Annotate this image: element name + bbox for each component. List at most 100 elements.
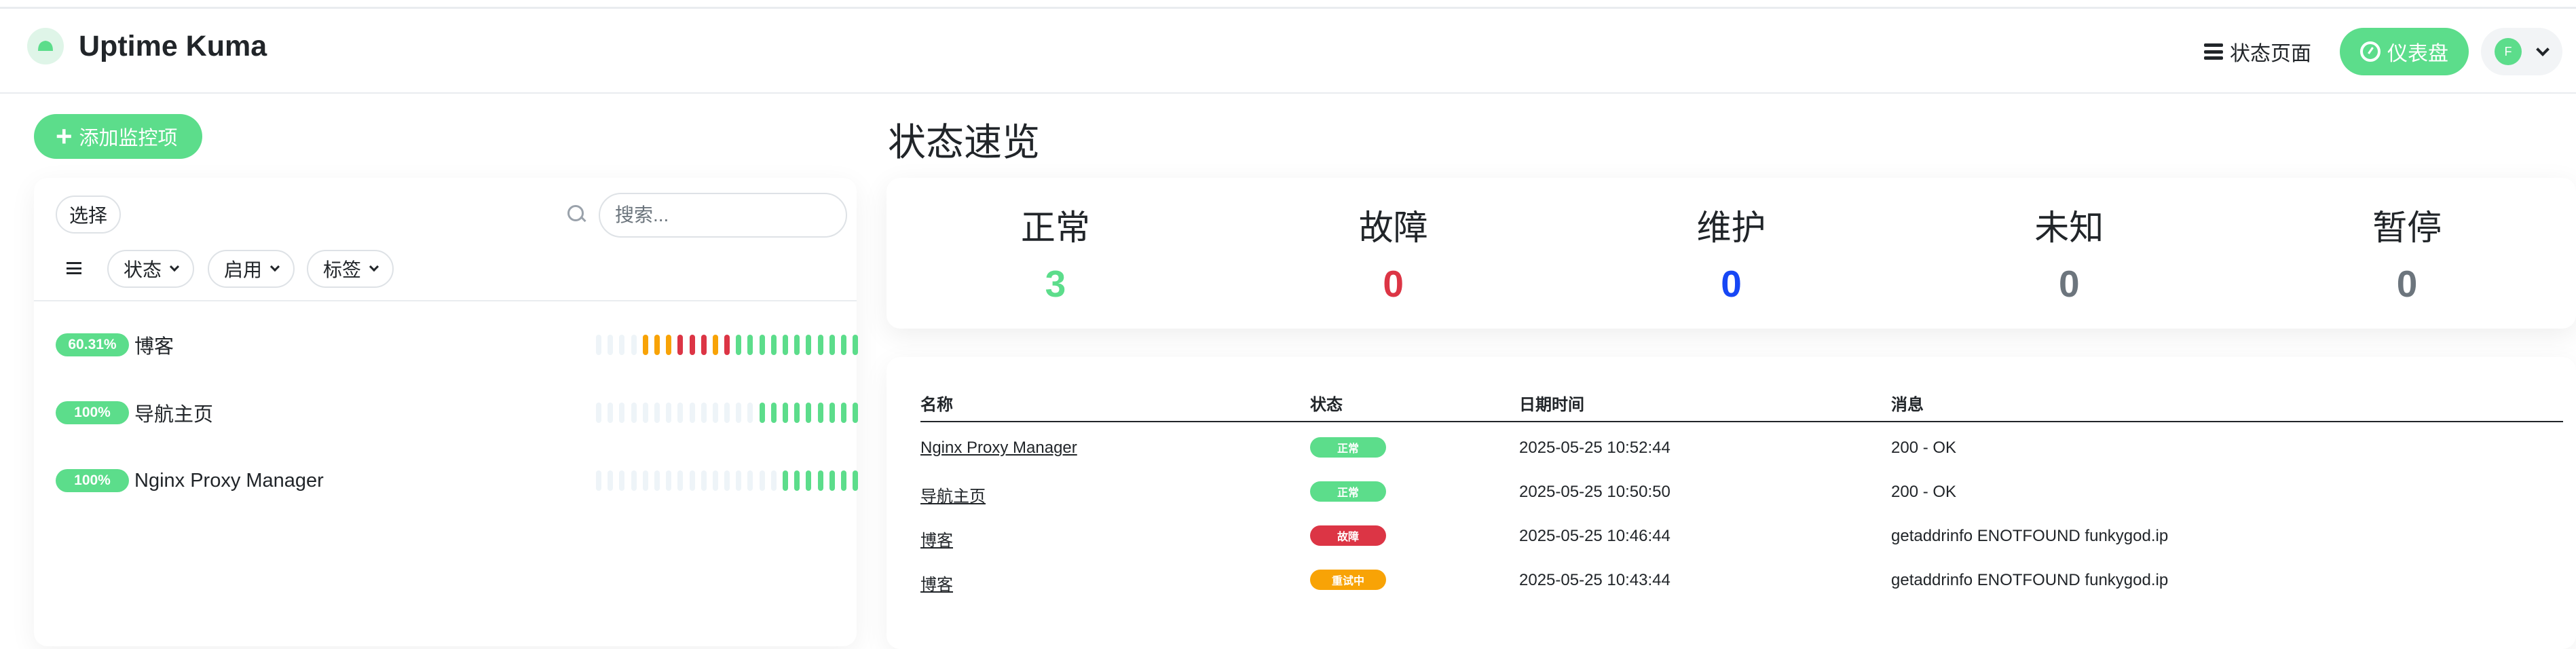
heartbeat-up [759,403,765,423]
heartbeat-empty [654,403,660,423]
status-summary-card: 正常 3 故障 0 维护 0 未知 0 暂停 0 [886,178,2576,329]
select-button[interactable]: 选择 [56,196,122,234]
profile-dropdown[interactable]: F [2481,28,2562,75]
add-monitor-button[interactable]: + 添加监控项 [34,114,202,159]
stat-label: 故障 [1358,208,1428,247]
heartbeat-up [806,403,812,423]
event-monitor-link[interactable]: 导航主页 [920,483,986,506]
heartbeat-empty [724,470,730,491]
search-input[interactable] [599,193,847,238]
status-badge: 重试中 [1310,570,1386,590]
heartbeat-up [806,335,812,355]
brand[interactable]: Uptime Kuma [27,28,267,64]
heartbeat-up [736,335,742,355]
event-message: getaddrinfo ENOTFOUND funkygod.ip [1891,571,2169,589]
heartbeat-up [770,403,777,423]
filter-active[interactable]: 启用 [208,250,295,288]
heartbeat-up [853,403,859,423]
column-header-datetime: 日期时间 [1519,396,1584,414]
heartbeat-up [794,470,800,491]
chevron-down-icon [369,261,379,272]
monitor-name: Nginx Proxy Manager [134,469,324,492]
heartbeat-empty [642,403,648,423]
stat-unknown: 未知 0 [1900,178,2238,329]
heartbeat-empty [666,403,672,423]
heartbeat-up [840,403,846,423]
status-page-label: 状态页面 [2230,43,2311,65]
stat-value: 3 [1045,263,1066,305]
heartbeat-empty [759,470,765,491]
heartbeat-up [817,335,823,355]
heartbeat-up [794,335,800,355]
monitor-item-nav-home[interactable]: 100% 导航主页 [34,379,859,447]
event-monitor-link[interactable]: 博客 [920,571,953,595]
heartbeat-empty [608,470,614,491]
heartbeat-empty [631,403,637,423]
heartbeat-empty [747,470,753,491]
heartbeat-up [829,335,835,355]
event-datetime: 2025-05-25 10:50:50 [1519,483,1670,501]
stat-label: 正常 [1020,208,1090,247]
heartbeat-empty [701,470,707,491]
heartbeat-up [840,335,846,355]
heartbeat-empty [689,470,695,491]
monitor-item-nginx-proxy-manager[interactable]: 100% Nginx Proxy Manager [34,447,859,515]
event-message: 200 - OK [1891,439,1957,457]
status-badge: 正常 [1310,481,1386,502]
stat-down: 故障 0 [1225,178,1563,329]
monitor-item-blog[interactable]: 60.31% 博客 [34,311,859,379]
heartbeat-up [853,335,859,355]
heartbeat-pending [642,335,648,355]
event-datetime: 2025-05-25 10:52:44 [1519,439,1670,457]
heartbeat-up [747,335,753,355]
filter-active-label: 启用 [224,259,263,280]
table-row: 导航主页 正常 2025-05-25 10:50:50 200 - OK [886,469,2576,513]
stat-maintenance: 维护 0 [1563,178,1901,329]
heartbeat-up [770,335,777,355]
chevron-down-icon [169,261,180,272]
add-monitor-label: 添加监控项 [79,128,178,149]
event-message: getaddrinfo ENOTFOUND funkygod.ip [1891,527,2169,545]
heartbeat-empty [747,403,753,423]
chevron-down-icon [269,261,280,272]
heartbeat-bar [596,470,864,491]
heartbeat-up [840,470,846,491]
heartbeat-empty [608,403,614,423]
heartbeat-up [783,403,788,423]
heartbeat-empty [654,470,660,491]
heartbeat-empty [770,470,777,491]
heartbeat-up [783,335,788,355]
heartbeat-pending [712,335,718,355]
event-monitor-link[interactable]: Nginx Proxy Manager [920,439,1077,458]
dashboard-button[interactable]: 仪表盘 [2340,28,2469,75]
heartbeat-empty [631,470,637,491]
event-datetime: 2025-05-25 10:43:44 [1519,571,1670,589]
heartbeat-empty [619,403,625,423]
column-header-message: 消息 [1891,396,1924,414]
event-monitor-link[interactable]: 博客 [920,527,953,551]
gauge-icon [2360,41,2381,62]
table-row: Nginx Proxy Manager 正常 2025-05-25 10:52:… [886,425,2576,469]
heartbeat-up [794,403,800,423]
heartbeat-empty [619,470,625,491]
stat-paused: 暂停 0 [2238,178,2576,329]
uptime-badge: 100% [56,401,129,424]
avatar: F [2495,38,2522,65]
filter-tags[interactable]: 标签 [307,250,394,288]
uptime-badge: 100% [56,469,129,492]
heartbeat-empty [596,470,601,491]
filter-status[interactable]: 状态 [107,250,195,288]
monitor-name: 导航主页 [134,404,214,426]
heartbeat-empty [724,403,730,423]
nav-actions: 状态页面 仪表盘 F [2204,28,2562,75]
heartbeat-pending [654,335,660,355]
event-datetime: 2025-05-25 10:46:44 [1519,527,1670,545]
heartbeat-empty [701,403,707,423]
stat-label: 未知 [2034,208,2104,247]
column-header-status: 状态 [1310,396,1343,414]
heartbeat-up [817,403,823,423]
hamburger-icon[interactable] [67,262,81,274]
heartbeat-bar [596,335,864,355]
heartbeat-empty [712,470,718,491]
status-page-link[interactable]: 状态页面 [2204,37,2311,67]
